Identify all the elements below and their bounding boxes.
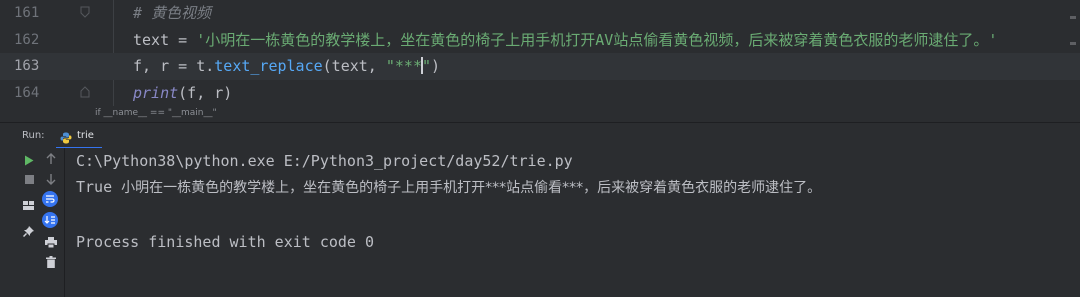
scroll-to-end-toggle[interactable] bbox=[42, 212, 58, 228]
print-button[interactable] bbox=[43, 234, 59, 250]
run-tab-trie[interactable]: trie bbox=[56, 123, 102, 149]
code-comment: # 黄色视频 bbox=[133, 4, 212, 22]
code-string: "*** bbox=[385, 57, 422, 75]
code-args: (f, r) bbox=[178, 83, 233, 102]
code-identifier: f, r = t. bbox=[133, 57, 215, 75]
code-text[interactable]: # 黄色视频 bbox=[133, 0, 211, 27]
rerun-button[interactable] bbox=[21, 152, 37, 168]
console-command-line: C:\Python38\python.exe E:/Python3_projec… bbox=[76, 152, 573, 170]
python-file-icon bbox=[60, 129, 72, 144]
stop-icon bbox=[24, 174, 34, 184]
code-method: text_replace bbox=[214, 57, 323, 75]
code-string: '小明在一栋黄色的教学楼上，坐在黄色的椅子上用手机打开AV站点偷看黄色视频，后来… bbox=[196, 30, 998, 49]
console-exit-line: Process finished with exit code 0 bbox=[76, 233, 375, 251]
clear-console-button[interactable] bbox=[43, 254, 59, 270]
code-line-162[interactable]: 162 text = '小明在一栋黄色的教学楼上，坐在黄色的椅子上用手机打开AV… bbox=[0, 27, 1080, 54]
code-text[interactable]: f, r = t.text_replace(text, "***") bbox=[133, 53, 440, 80]
run-tool-window-header: Run: trie bbox=[0, 122, 1080, 149]
code-line-163[interactable]: 163 f, r = t.text_replace(text, "***") bbox=[0, 53, 1080, 80]
trash-icon bbox=[46, 256, 56, 268]
soft-wrap-icon bbox=[42, 191, 58, 207]
code-text[interactable]: print(f, r) bbox=[133, 80, 232, 107]
run-toolbar-primary bbox=[0, 148, 38, 297]
pin-tab-button[interactable] bbox=[20, 223, 36, 239]
fold-marker-icon[interactable] bbox=[80, 6, 90, 18]
code-args: (text, bbox=[322, 57, 386, 75]
line-number: 162 bbox=[14, 31, 40, 48]
soft-wrap-toggle[interactable] bbox=[42, 191, 58, 207]
console-output-line: True 小明在一栋黄色的教学楼上，坐在黄色的椅子上用手机打开***站点偷看**… bbox=[76, 174, 821, 201]
code-line-161[interactable]: 161 # 黄色视频 bbox=[0, 0, 1080, 27]
code-paren: ) bbox=[431, 57, 441, 75]
run-label: Run: bbox=[22, 130, 45, 141]
code-line-164[interactable]: 164 print(f, r) bbox=[0, 80, 1080, 107]
scroll-to-end-icon bbox=[42, 212, 58, 228]
code-operator: = bbox=[169, 30, 197, 49]
fold-end-marker-icon[interactable] bbox=[80, 85, 90, 98]
code-builtin: print bbox=[133, 83, 179, 102]
line-number: 164 bbox=[14, 84, 40, 101]
stop-button[interactable] bbox=[21, 171, 37, 187]
layout-icon bbox=[22, 200, 34, 210]
code-text[interactable]: text = '小明在一栋黄色的教学楼上，坐在黄色的椅子上用手机打开AV站点偷看… bbox=[133, 27, 997, 54]
print-icon bbox=[45, 236, 57, 248]
next-occurrence-button[interactable] bbox=[43, 171, 59, 187]
restore-layout-button[interactable] bbox=[20, 197, 36, 213]
play-icon bbox=[24, 155, 34, 166]
pin-icon bbox=[22, 225, 34, 237]
run-toolbar-secondary bbox=[38, 148, 65, 297]
scrollbar-marker[interactable] bbox=[1070, 42, 1076, 45]
previous-occurrence-button[interactable] bbox=[43, 151, 59, 167]
output-text: 小明在一栋黄色的教学楼上，坐在黄色的椅子上用手机打开***站点偷看***，后来被… bbox=[121, 180, 822, 196]
line-number: 161 bbox=[14, 5, 40, 21]
breadcrumb[interactable]: if __name__ == "__main__" bbox=[95, 108, 217, 118]
run-console[interactable]: C:\Python38\python.exe E:/Python3_projec… bbox=[65, 148, 1080, 297]
run-tab-label: trie bbox=[77, 129, 94, 141]
code-identifier: text bbox=[133, 30, 170, 49]
line-number: 163 bbox=[14, 58, 40, 74]
scrollbar-marker[interactable] bbox=[1070, 16, 1076, 19]
output-bool: True bbox=[76, 178, 113, 196]
arrow-up-icon bbox=[46, 153, 56, 165]
code-string-end: " bbox=[422, 57, 432, 75]
arrow-down-icon bbox=[46, 173, 56, 185]
code-editor[interactable]: 161 # 黄色视频 162 text = '小明在一栋黄色的教学楼上，坐在黄色… bbox=[0, 0, 1080, 106]
